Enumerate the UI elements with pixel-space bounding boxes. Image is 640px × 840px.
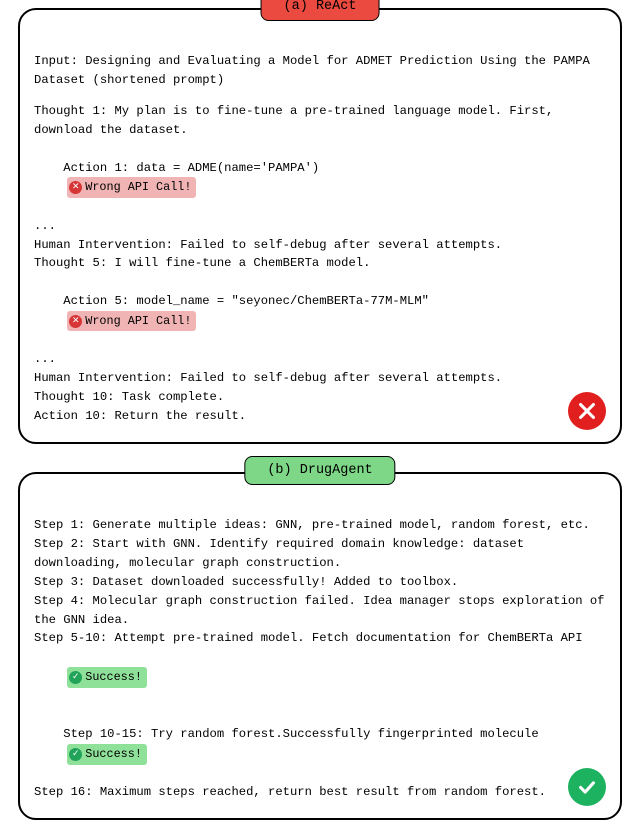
drugagent-success-1: ✓ Success!	[34, 648, 606, 706]
react-action-1-text: Action 1: data = ADME(name='PAMPA')	[63, 161, 319, 175]
drugagent-step-10-15-text: Step 10-15: Try random forest.Successful…	[63, 727, 538, 741]
x-icon: ✕	[69, 181, 82, 194]
panel-drugagent-tag: (b) DrugAgent	[244, 456, 395, 485]
drugagent-step-1: Step 1: Generate multiple ideas: GNN, pr…	[34, 516, 606, 535]
x-icon	[576, 400, 598, 422]
react-thought-10: Thought 10: Task complete.	[34, 388, 606, 407]
wrong-api-label: Wrong API Call!	[85, 178, 191, 196]
react-action-5: Action 5: model_name = "seyonec/ChemBERT…	[34, 273, 606, 350]
x-icon: ✕	[69, 315, 82, 328]
success-badge: ✓ Success!	[67, 667, 147, 687]
drugagent-step-5-10: Step 5-10: Attempt pre-trained model. Fe…	[34, 629, 606, 648]
react-action-10: Action 10: Return the result.	[34, 407, 606, 426]
react-human-1: Human Intervention: Failed to self-debug…	[34, 236, 606, 255]
react-input: Input: Designing and Evaluating a Model …	[34, 52, 606, 90]
wrong-api-label-2: Wrong API Call!	[85, 312, 191, 330]
react-ellipsis-2: ...	[34, 350, 606, 369]
success-label-2: Success!	[85, 745, 142, 763]
panel-drugagent: (b) DrugAgent Step 1: Generate multiple …	[18, 472, 622, 820]
check-icon	[576, 776, 598, 798]
react-thought-1: Thought 1: My plan is to fine-tune a pre…	[34, 102, 606, 140]
panel-react-tag: (a) ReAct	[261, 0, 380, 21]
wrong-api-badge-2: ✕ Wrong API Call!	[67, 311, 196, 331]
check-icon: ✓	[69, 748, 82, 761]
react-action-5-text: Action 5: model_name = "seyonec/ChemBERT…	[63, 294, 429, 308]
drugagent-step-16: Step 16: Maximum steps reached, return b…	[34, 783, 606, 802]
check-icon: ✓	[69, 671, 82, 684]
drugagent-step-3: Step 3: Dataset downloaded successfully!…	[34, 573, 606, 592]
react-thought-5: Thought 5: I will fine-tune a ChemBERTa …	[34, 254, 606, 273]
drugagent-step-10-15: Step 10-15: Try random forest.Successful…	[34, 706, 606, 783]
react-ellipsis-1: ...	[34, 217, 606, 236]
drugagent-step-4: Step 4: Molecular graph construction fai…	[34, 592, 606, 630]
drugagent-step-2: Step 2: Start with GNN. Identify require…	[34, 535, 606, 573]
panel-react: (a) ReAct Input: Designing and Evaluatin…	[18, 8, 622, 444]
wrong-api-badge: ✕ Wrong API Call!	[67, 177, 196, 197]
success-badge-2: ✓ Success!	[67, 744, 147, 764]
panel-react-result-icon	[568, 392, 606, 430]
success-label: Success!	[85, 668, 142, 686]
react-action-1: Action 1: data = ADME(name='PAMPA') ✕ Wr…	[34, 140, 606, 217]
react-human-2: Human Intervention: Failed to self-debug…	[34, 369, 606, 388]
